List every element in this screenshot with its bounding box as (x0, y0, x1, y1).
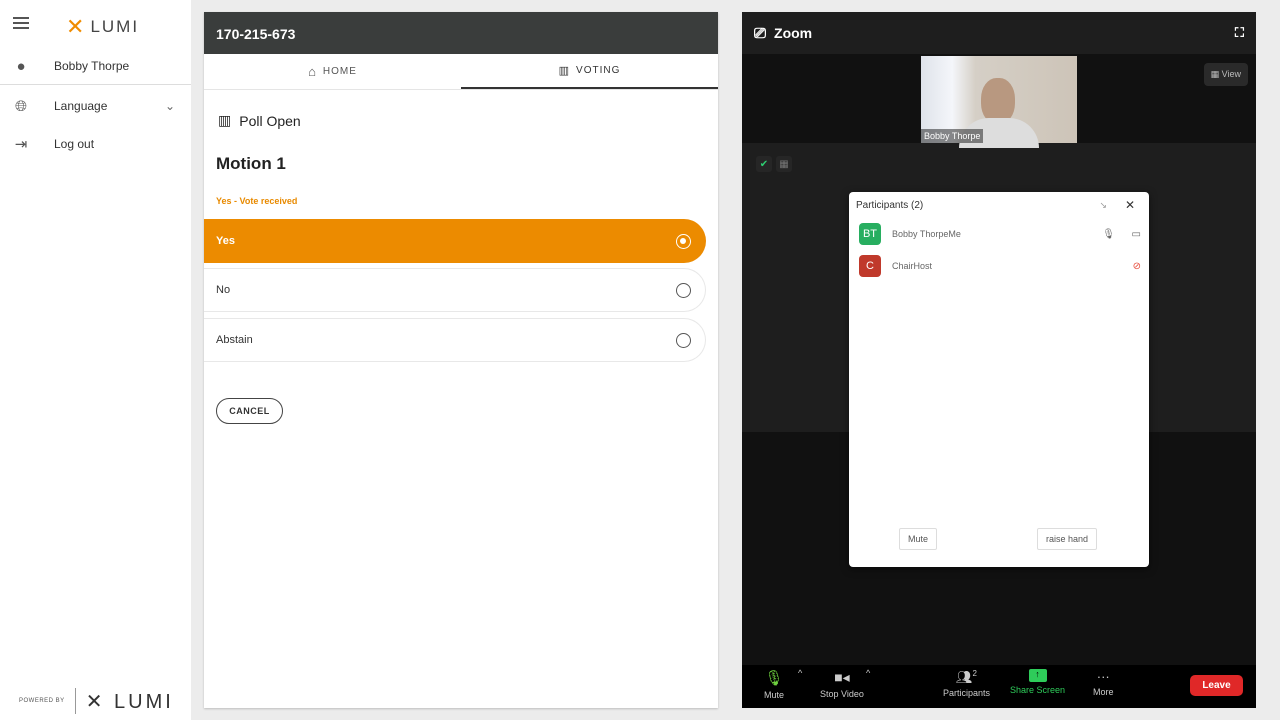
share-screen-label: Share Screen (1010, 685, 1066, 695)
radio-selected-icon (676, 233, 691, 249)
more-icon: ··· (1096, 669, 1110, 684)
video-strip: Bobby Thorpe (742, 54, 1256, 148)
video-name-label: Bobby Thorpe (921, 129, 984, 143)
radio-icon (676, 282, 691, 298)
lumi-logo: ✕ LUMI (66, 14, 140, 39)
leave-button[interactable]: Leave (1190, 675, 1243, 696)
option-abstain[interactable]: Abstain (204, 318, 706, 362)
cancel-button[interactable]: CANCEL (216, 398, 283, 424)
option-no[interactable]: No (204, 268, 706, 312)
microphone-icon: 🎙︎ (1102, 228, 1115, 240)
powered-logo: ✕ LUMI (85, 690, 174, 713)
user-name: Bobby Thorpe (54, 59, 130, 73)
share-screen-icon: ↑ (1028, 669, 1047, 682)
sidebar-item-language[interactable]: 🌐︎ Language ⌄ (0, 87, 191, 125)
tab-voting[interactable]: ▥ VOTING (461, 54, 718, 89)
share-screen-button[interactable]: ↑ Share Screen (1010, 669, 1065, 695)
cast-icon: ⎚ (754, 24, 767, 42)
avatar: C (859, 255, 881, 277)
sidebar: ✕ LUMI ● Bobby Thorpe 🌐︎ Language ⌄ ⇥ Log out… (0, 0, 191, 720)
more-button[interactable]: ··· More (1093, 669, 1114, 697)
mute-toolbar-button[interactable]: 🎙︎ Mute (764, 669, 784, 700)
gallery-icon[interactable]: ▦ (776, 156, 792, 172)
raise-hand-button[interactable]: raise hand (1037, 528, 1098, 550)
language-label: Language (54, 99, 108, 113)
vote-status: Yes - Vote received (216, 196, 298, 206)
more-label: More (1093, 687, 1114, 697)
caret-up-icon[interactable]: ^ (798, 668, 802, 678)
avatar: BT (859, 223, 881, 245)
chevron-down-icon: ⌄ (164, 99, 175, 113)
participants-count: 2 (972, 669, 977, 678)
video-off-icon: ⊘ (1132, 260, 1141, 272)
video-camera-icon: ▭ (1131, 228, 1141, 240)
hamburger-menu-icon[interactable] (13, 17, 29, 29)
meeting-id: 170-215-673 (204, 12, 718, 54)
radio-icon (676, 332, 691, 348)
fullscreen-icon[interactable]: ⛶ (1235, 25, 1244, 41)
tab-label: HOME (322, 66, 357, 77)
home-icon: ⌂ (308, 64, 317, 79)
poll-status: ▥ Poll Open (218, 112, 301, 129)
participants-icon: 👥︎2 (956, 669, 977, 685)
poll-status-text: Poll Open (239, 112, 301, 129)
view-button[interactable]: ▦ View (1203, 63, 1248, 86)
participant-row[interactable]: BT Bobby ThorpeMe 🎙︎ ▭ (859, 223, 1141, 245)
motion-title: Motion 1 (216, 154, 286, 173)
stop-video-label: Stop Video (820, 689, 864, 699)
participant-name: Bobby ThorpeMe (892, 229, 961, 239)
brand-text: LUMI (90, 17, 140, 36)
powered-by: POWERED BY ✕ LUMI (19, 688, 174, 714)
user-icon: ● (16, 57, 26, 75)
powered-brand: LUMI (114, 690, 174, 713)
participants-title: Participants (2) (856, 200, 924, 211)
option-label: Yes (216, 235, 235, 247)
divider (0, 84, 191, 85)
stop-video-button[interactable]: ■◂ Stop Video (820, 669, 864, 699)
grid-icon: ▦ (1210, 69, 1220, 79)
participants-button[interactable]: 👥︎2 Participants (943, 669, 990, 698)
minimize-icon[interactable]: ↘ (1099, 200, 1107, 211)
logout-icon: ⇥ (14, 136, 28, 153)
view-label: View (1221, 69, 1241, 79)
microphone-icon: 🎙︎ (764, 670, 784, 687)
participants-label: Participants (943, 688, 991, 699)
zoom-title: Zoom (774, 25, 813, 41)
participants-dialog: Participants (2) ↘ ✕ BT Bobby ThorpeMe 🎙︎ ▭… (849, 192, 1149, 567)
chart-icon: ▥ (218, 112, 232, 128)
globe-icon: 🌐︎ (14, 97, 27, 115)
caret-up-icon[interactable]: ^ (866, 668, 870, 678)
shield-check-icon[interactable]: ✔ (756, 156, 772, 172)
powered-by-text: POWERED BY (19, 698, 65, 704)
voting-panel: 170-215-673 ⌂ HOME ▥ VOTING ▥ Poll Open Mot… (204, 12, 718, 708)
participant-row[interactable]: C ChairHost ⊘ (859, 255, 1141, 277)
zoom-toolbar: 🎙︎ Mute ^ ■◂ Stop Video ^ 👥︎2 Participants … (742, 665, 1256, 708)
tab-home[interactable]: ⌂ HOME (204, 54, 461, 89)
video-camera-icon: ■◂ (834, 669, 850, 685)
sidebar-item-logout[interactable]: ⇥ Log out (0, 125, 191, 163)
mute-label: Mute (764, 690, 785, 700)
zoom-panel: ⎚ Zoom ⛶ Bobby Thorpe ▦ View ✔ ▦ Participan… (742, 12, 1256, 708)
logout-label: Log out (54, 137, 95, 151)
tab-label: VOTING (576, 65, 621, 76)
chart-icon: ▥ (558, 65, 571, 77)
option-label: No (216, 284, 231, 296)
participant-video: Bobby Thorpe (921, 56, 1077, 148)
participant-name: ChairHost (892, 261, 933, 271)
option-label: Abstain (216, 334, 253, 346)
close-icon[interactable]: ✕ (1125, 198, 1135, 212)
option-yes[interactable]: Yes (204, 219, 706, 263)
mute-button[interactable]: Mute (899, 528, 938, 550)
sidebar-item-user[interactable]: ● Bobby Thorpe (0, 47, 191, 85)
